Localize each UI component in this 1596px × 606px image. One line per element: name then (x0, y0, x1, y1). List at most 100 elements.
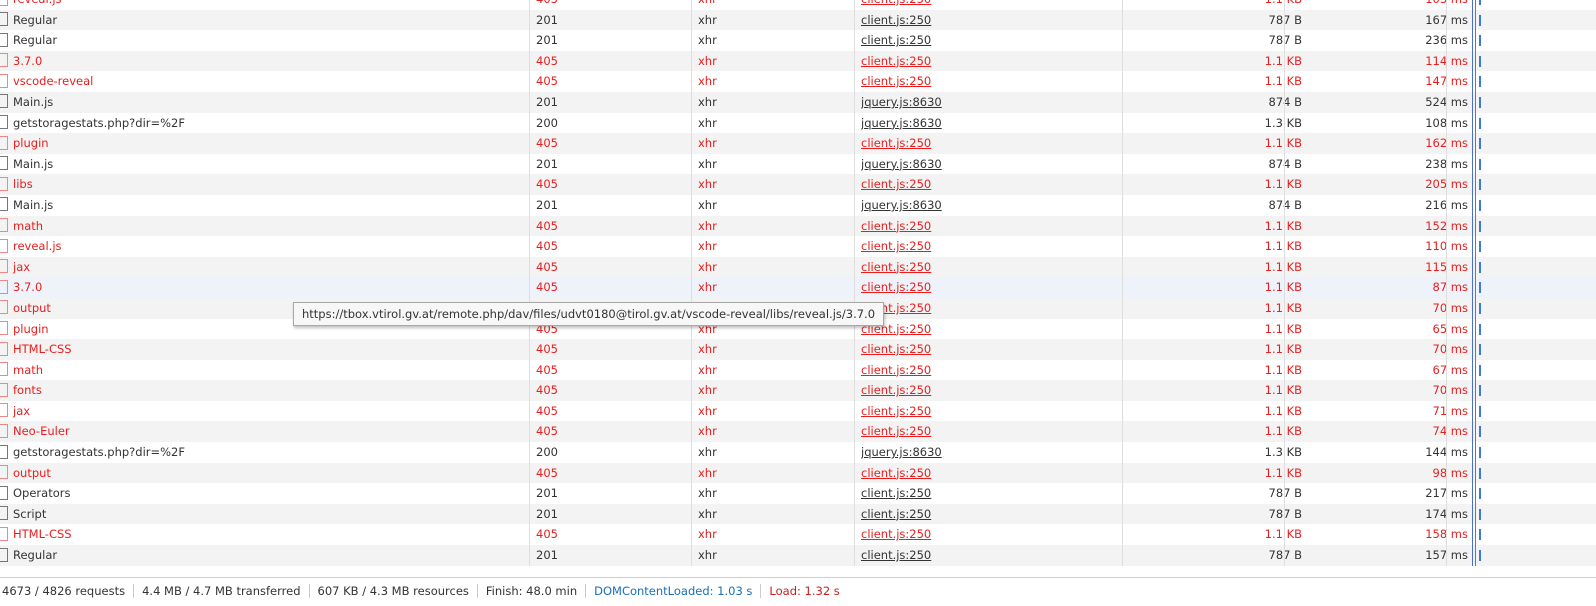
request-name[interactable]: fonts (13, 383, 42, 397)
request-name[interactable]: Regular (13, 13, 57, 27)
request-row[interactable]: vscode-reveal 405 xhr client.js:250 1.1 KB 14… (0, 71, 1596, 92)
initiator-link[interactable]: client.js:250 (861, 424, 931, 438)
request-name[interactable]: plugin (13, 322, 49, 336)
initiator-link[interactable]: client.js:250 (861, 239, 931, 253)
request-name[interactable]: 3.7.0 (13, 280, 42, 294)
request-name[interactable]: Script (13, 507, 46, 521)
initiator-link[interactable]: client.js:250 (861, 280, 931, 294)
request-name[interactable]: getstoragestats.php?dir=%2F (13, 116, 185, 130)
column-divider[interactable] (1446, 0, 1447, 566)
request-name-cell[interactable]: Main.js (0, 154, 528, 175)
request-name-cell[interactable]: Main.js (0, 92, 528, 113)
request-name[interactable]: jax (13, 404, 30, 418)
request-name-cell[interactable]: Script (0, 504, 528, 525)
initiator-link[interactable]: client.js:250 (861, 54, 931, 68)
initiator-link[interactable]: client.js:250 (861, 404, 931, 418)
initiator-link[interactable]: client.js:250 (861, 13, 931, 27)
request-name-cell[interactable]: Regular (0, 545, 528, 566)
request-row[interactable]: HTML-CSS 405 xhr client.js:250 1.1 KB 158 ms (0, 524, 1596, 545)
initiator-link[interactable]: jquery.js:8630 (861, 116, 942, 130)
request-row[interactable]: libs 405 xhr client.js:250 1.1 KB 205 ms (0, 174, 1596, 195)
request-name[interactable]: getstoragestats.php?dir=%2F (13, 445, 185, 459)
request-name[interactable]: output (13, 466, 51, 480)
request-row[interactable]: math 405 xhr client.js:250 1.1 KB 67 ms (0, 360, 1596, 381)
request-name[interactable]: reveal.js (13, 0, 62, 6)
request-name-cell[interactable]: vscode-reveal (0, 71, 528, 92)
request-row[interactable]: Regular 201 xhr client.js:250 787 B 157 ms (0, 545, 1596, 566)
request-name[interactable]: Main.js (13, 198, 53, 212)
request-row[interactable]: jax 405 xhr client.js:250 1.1 KB 71 ms (0, 401, 1596, 422)
request-name-cell[interactable]: output (0, 463, 528, 484)
column-divider[interactable] (691, 0, 692, 566)
request-row[interactable]: Regular 201 xhr client.js:250 787 B 236 ms (0, 30, 1596, 51)
request-name-cell[interactable]: jax (0, 401, 528, 422)
request-name-cell[interactable]: Main.js (0, 195, 528, 216)
request-name-cell[interactable]: Regular (0, 10, 528, 31)
column-divider[interactable] (854, 0, 855, 566)
request-row[interactable]: jax 405 xhr client.js:250 1.1 KB 115 ms (0, 256, 1596, 278)
request-name[interactable]: math (13, 363, 43, 377)
request-name[interactable]: vscode-reveal (13, 74, 93, 88)
request-row[interactable]: 3.7.0 405 xhr client.js:250 1.1 KB 114 ms (0, 50, 1596, 72)
initiator-link[interactable]: client.js:250 (861, 548, 931, 562)
request-name-cell[interactable]: Neo-Euler (0, 421, 528, 442)
initiator-link[interactable]: client.js:250 (861, 383, 931, 397)
initiator-link[interactable]: client.js:250 (861, 219, 931, 233)
request-name[interactable]: Regular (13, 548, 57, 562)
request-name-cell[interactable]: Operators (0, 483, 528, 504)
initiator-link[interactable]: jquery.js:8630 (861, 157, 942, 171)
request-row[interactable]: plugin 405 xhr client.js:250 1.1 KB 162 ms (0, 133, 1596, 154)
request-name-cell[interactable]: reveal.js (0, 236, 528, 257)
request-name-cell[interactable]: HTML-CSS (0, 524, 528, 545)
request-name[interactable]: Operators (13, 486, 70, 500)
initiator-link[interactable]: jquery.js:8630 (861, 445, 942, 459)
request-name-cell[interactable]: getstoragestats.php?dir=%2F (0, 442, 528, 463)
request-row[interactable]: getstoragestats.php?dir=%2F 200 xhr jquery.… (0, 113, 1596, 134)
request-name[interactable]: HTML-CSS (13, 342, 72, 356)
request-row[interactable]: getstoragestats.php?dir=%2F 200 xhr jquery.… (0, 442, 1596, 463)
initiator-link[interactable]: client.js:250 (861, 466, 931, 480)
initiator-link[interactable]: client.js:250 (861, 177, 931, 191)
request-name[interactable]: libs (13, 177, 33, 191)
initiator-link[interactable]: client.js:250 (861, 363, 931, 377)
initiator-link[interactable]: client.js:250 (861, 486, 931, 500)
request-name[interactable]: reveal.js (13, 239, 62, 253)
request-name-cell[interactable]: fonts (0, 380, 528, 401)
request-name-cell[interactable]: math (0, 360, 528, 381)
request-name[interactable]: 3.7.0 (13, 54, 42, 68)
request-row[interactable]: Operators 201 xhr client.js:250 787 B 217 ms (0, 483, 1596, 504)
request-row[interactable]: Neo-Euler 405 xhr client.js:250 1.1 KB 74 ms (0, 421, 1596, 443)
request-name-cell[interactable]: HTML-CSS (0, 339, 528, 360)
request-row[interactable]: Main.js 201 xhr jquery.js:8630 874 B 216 ms (0, 195, 1596, 216)
request-row[interactable]: Regular 201 xhr client.js:250 787 B 167 ms (0, 9, 1596, 31)
request-name-cell[interactable]: math (0, 216, 528, 237)
request-row[interactable]: fonts 405 xhr client.js:250 1.1 KB 70 ms (0, 380, 1596, 401)
column-divider[interactable] (1284, 0, 1285, 566)
initiator-link[interactable]: client.js:250 (861, 342, 931, 356)
request-name-cell[interactable]: jax (0, 257, 528, 278)
request-name[interactable]: Neo-Euler (13, 424, 70, 438)
column-divider[interactable] (1122, 0, 1123, 566)
request-name[interactable]: HTML-CSS (13, 527, 72, 541)
request-name-cell[interactable]: plugin (0, 133, 528, 154)
request-name[interactable]: math (13, 219, 43, 233)
request-row[interactable]: Script 201 xhr client.js:250 787 B 174 ms (0, 503, 1596, 525)
initiator-link[interactable]: jquery.js:8630 (861, 198, 942, 212)
request-row[interactable]: Main.js 201 xhr jquery.js:8630 874 B 238 ms (0, 154, 1596, 175)
request-name-cell[interactable]: libs (0, 174, 528, 195)
request-name-cell[interactable]: reveal.js (0, 0, 528, 10)
request-row[interactable]: reveal.js 405 xhr client.js:250 1.1 KB 110 ms (0, 236, 1596, 257)
initiator-link[interactable]: client.js:250 (861, 527, 931, 541)
initiator-link[interactable]: client.js:250 (861, 260, 931, 274)
initiator-link[interactable]: client.js:250 (861, 74, 931, 88)
initiator-link[interactable]: jquery.js:8630 (861, 95, 942, 109)
request-row[interactable]: Main.js 201 xhr jquery.js:8630 874 B 524 ms (0, 91, 1596, 113)
request-name[interactable]: jax (13, 260, 30, 274)
request-name[interactable]: Main.js (13, 95, 53, 109)
request-name-cell[interactable]: 3.7.0 (0, 51, 528, 72)
request-name[interactable]: output (13, 301, 51, 315)
request-row[interactable]: HTML-CSS 405 xhr client.js:250 1.1 KB 70 ms (0, 339, 1596, 360)
initiator-link[interactable]: client.js:250 (861, 136, 931, 150)
request-name[interactable]: Regular (13, 33, 57, 47)
initiator-link[interactable]: client.js:250 (861, 33, 931, 47)
